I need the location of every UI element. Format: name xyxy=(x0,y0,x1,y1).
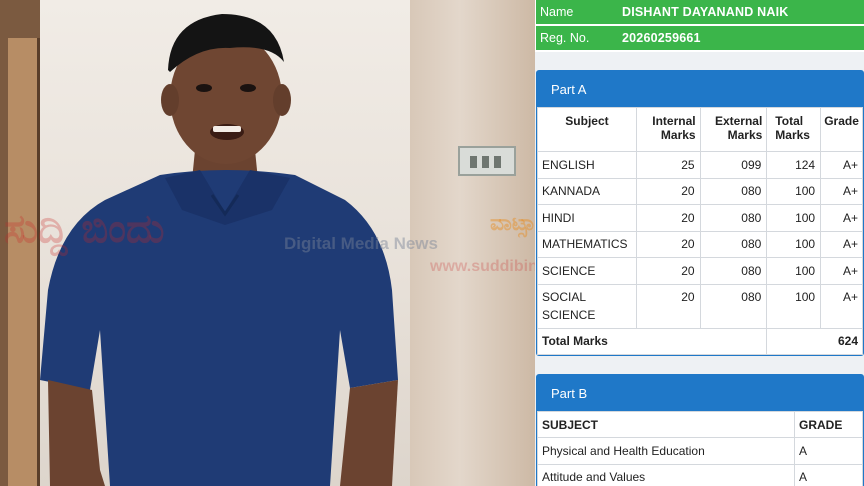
grade-cell: A+ xyxy=(820,177,863,205)
table-row: HINDI 20 080 100 A+ xyxy=(537,204,863,232)
internal-cell: 20 xyxy=(635,204,701,232)
result-panel: Name DISHANT DAYANAND NAIK Reg. No. 2026… xyxy=(535,0,864,486)
table-row: Physical and Health Education A xyxy=(537,437,863,465)
external-cell: 080 xyxy=(699,257,768,285)
part-b-card: Part B SUBJECT GRADE Physical and Health… xyxy=(536,374,864,486)
table-row: SOCIAL SCIENCE 20 080 100 A+ xyxy=(537,283,863,329)
subject-cell: Attitude and Values xyxy=(537,463,795,486)
col-external: External Marks xyxy=(699,107,768,152)
student-figure xyxy=(40,14,398,486)
grade-cell: A+ xyxy=(820,257,863,285)
reg-number-row: Reg. No. 20260259661 xyxy=(536,26,864,50)
part-a-title: Part A xyxy=(537,71,863,107)
table-row: MATHEMATICS 20 080 100 A+ xyxy=(537,230,863,258)
external-cell: 080 xyxy=(699,283,768,329)
table-row: KANNADA 20 080 100 A+ xyxy=(537,177,863,205)
name-label: Name xyxy=(540,5,574,19)
table-header-row: SUBJECT GRADE xyxy=(537,411,863,438)
subject-cell: SOCIAL SCIENCE xyxy=(537,283,637,329)
external-cell: 080 xyxy=(699,177,768,205)
grade-cell: A+ xyxy=(820,151,863,179)
part-a-table: Subject Internal Marks External Marks Tota… xyxy=(536,107,863,355)
subject-cell: ENGLISH xyxy=(537,151,637,179)
external-cell: 080 xyxy=(699,204,768,232)
external-cell: 099 xyxy=(699,151,768,179)
total-marks-label: Total Marks xyxy=(536,327,768,355)
table-row: ENGLISH 25 099 124 A+ xyxy=(537,151,863,179)
total-cell: 100 xyxy=(766,177,822,205)
grade-cell: A+ xyxy=(820,283,863,329)
internal-cell: 20 xyxy=(635,257,701,285)
internal-cell: 25 xyxy=(635,151,701,179)
internal-cell: 20 xyxy=(635,177,701,205)
total-cell: 100 xyxy=(766,283,822,329)
external-cell: 080 xyxy=(699,230,768,258)
subject-cell: HINDI xyxy=(537,204,637,232)
total-marks-value: 624 xyxy=(766,327,863,355)
table-row: Attitude and Values A xyxy=(537,463,863,486)
total-cell: 100 xyxy=(766,204,822,232)
col-subject: Subject xyxy=(537,107,637,152)
col-grade: GRADE xyxy=(794,411,863,438)
col-internal: Internal Marks xyxy=(635,107,701,152)
col-total: Total Marks xyxy=(766,107,822,152)
subject-cell: KANNADA xyxy=(537,177,637,205)
total-cell: 100 xyxy=(766,230,822,258)
col-grade: Grade xyxy=(820,107,863,152)
table-header-row: Subject Internal Marks External Marks Tota… xyxy=(537,107,863,152)
student-name-row: Name DISHANT DAYANAND NAIK xyxy=(536,0,864,24)
total-cell: 100 xyxy=(766,257,822,285)
reg-label: Reg. No. xyxy=(540,31,590,45)
subject-cell: Physical and Health Education xyxy=(537,437,795,465)
part-b-title: Part B xyxy=(537,375,863,411)
col-subject: SUBJECT xyxy=(537,411,795,438)
grade-cell: A xyxy=(794,463,863,486)
part-b-table: SUBJECT GRADE Physical and Health Educat… xyxy=(537,411,863,486)
video-frame: ಸುದ್ದಿ ಬಿಂದು Digital Media News ವಾಟ್ಸಾಪ್… xyxy=(0,0,535,486)
name-value: DISHANT DAYANAND NAIK xyxy=(622,5,789,19)
internal-cell: 20 xyxy=(635,283,701,329)
grade-cell: A+ xyxy=(820,204,863,232)
total-marks-row: Total Marks 624 xyxy=(536,327,863,355)
subject-cell: SCIENCE xyxy=(537,257,637,285)
reg-value: 20260259661 xyxy=(622,31,701,45)
subject-cell: MATHEMATICS xyxy=(537,230,637,258)
internal-cell: 20 xyxy=(635,230,701,258)
part-a-card: Part A Subject Internal Marks External Mar… xyxy=(536,70,864,356)
total-cell: 124 xyxy=(766,151,822,179)
grade-cell: A xyxy=(794,437,863,465)
grade-cell: A+ xyxy=(820,230,863,258)
table-row: SCIENCE 20 080 100 A+ xyxy=(537,257,863,285)
